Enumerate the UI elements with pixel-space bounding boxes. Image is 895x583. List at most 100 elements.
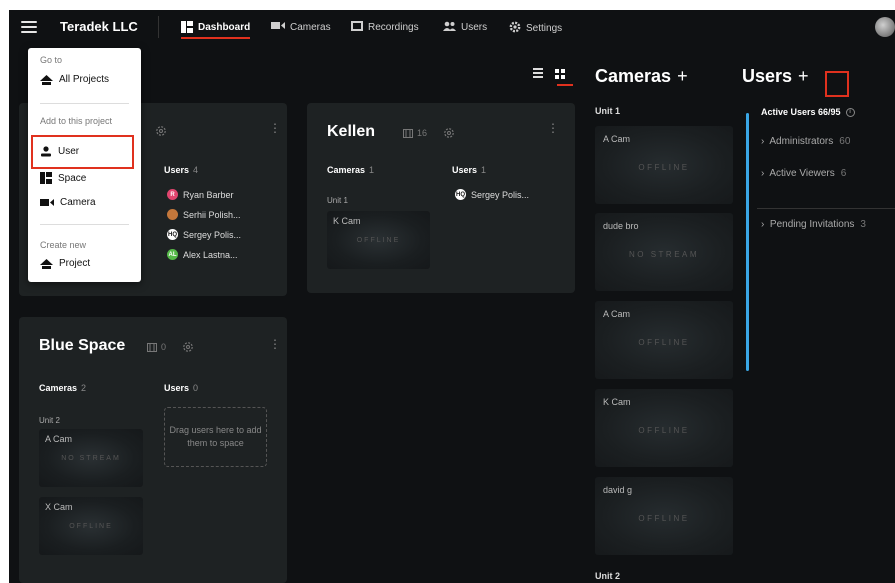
- space-meta: 0: [147, 341, 194, 353]
- profile-avatar[interactable]: [875, 17, 895, 37]
- users-section-label: Users 1: [452, 165, 487, 175]
- nav-recordings[interactable]: Recordings: [351, 21, 419, 34]
- users-column-title: Users +: [742, 66, 809, 86]
- scrollbar[interactable]: [746, 113, 749, 371]
- more-options-icon[interactable]: ⋮: [547, 121, 559, 135]
- top-nav: Teradek LLC Dashboard Cameras Recordings: [9, 10, 895, 44]
- camera-status: OFFLINE: [356, 237, 401, 244]
- camera-status: NO STREAM: [628, 250, 700, 259]
- camera-card[interactable]: A Cam OFFLINE: [595, 301, 733, 379]
- space-title: Kellen: [327, 123, 376, 140]
- camera-name: dude bro: [603, 221, 639, 231]
- unit-label: Unit 2: [595, 571, 621, 581]
- users-section-label: Users 0: [164, 383, 199, 393]
- user-drop-zone[interactable]: Drag users here to add them to space: [164, 407, 267, 467]
- chevron-right-icon: ›: [761, 168, 765, 179]
- camera-name: A Cam: [45, 434, 73, 444]
- org-name[interactable]: Teradek LLC: [60, 19, 138, 34]
- user-name: Ryan Barber: [183, 189, 234, 200]
- home-icon: [40, 74, 53, 85]
- active-tab-underline: [181, 37, 251, 39]
- home-icon: [40, 258, 53, 269]
- user-avatar: AL: [167, 249, 178, 260]
- user-row[interactable]: HQ Sergey Polis...: [167, 229, 241, 240]
- camera-name: X Cam: [45, 502, 73, 512]
- cameras-section-label: Cameras 1: [327, 165, 375, 175]
- space-title: Blue Space: [39, 337, 126, 354]
- list-view-icon[interactable]: [533, 68, 543, 80]
- divider: [757, 208, 895, 209]
- group-active-viewers[interactable]: › Active Viewers 6: [761, 168, 846, 179]
- recording-icon: [351, 21, 363, 34]
- menu-item-space[interactable]: Space: [40, 172, 86, 184]
- menu-item-camera[interactable]: Camera: [40, 197, 96, 208]
- menu-item-project[interactable]: Project: [40, 258, 90, 269]
- gear-icon: [509, 21, 521, 36]
- hamburger-menu-icon[interactable]: [21, 21, 37, 33]
- settings-icon[interactable]: [182, 341, 194, 353]
- nav-cameras-label: Cameras: [290, 21, 331, 33]
- more-options-icon[interactable]: ⋮: [269, 337, 281, 351]
- camera-name: david g: [603, 485, 633, 495]
- space-icon: [40, 172, 52, 184]
- menu-item-all-projects[interactable]: All Projects: [40, 74, 109, 85]
- add-user-button[interactable]: +: [798, 66, 809, 86]
- user-row[interactable]: HQ Sergey Polis...: [455, 189, 529, 200]
- nav-dashboard[interactable]: Dashboard: [181, 21, 251, 39]
- more-options-icon[interactable]: ⋮: [269, 121, 281, 135]
- camera-status: OFFLINE: [638, 163, 690, 172]
- camera-thumbnail[interactable]: X Cam OFFLINE: [39, 497, 143, 555]
- camera-status: OFFLINE: [638, 514, 690, 523]
- space-card-kellen[interactable]: Kellen 16 ⋮ Cameras 1 Users 1 Unit 1 K Cam…: [307, 103, 575, 293]
- nav-settings[interactable]: Settings: [509, 21, 562, 36]
- group-administrators[interactable]: › Administrators 60: [761, 136, 850, 147]
- user-name: Serhii Polish...: [183, 209, 241, 220]
- camera-card[interactable]: david g OFFLINE: [595, 477, 733, 555]
- grid-view-icon[interactable]: [555, 69, 565, 79]
- camera-card[interactable]: A Cam OFFLINE: [595, 126, 733, 204]
- users-icon: [443, 21, 456, 34]
- nav-users-label: Users: [461, 22, 488, 33]
- nav-users[interactable]: Users: [443, 21, 487, 34]
- nav-settings-label: Settings: [526, 23, 563, 34]
- user-icon: [41, 146, 51, 157]
- camera-status: OFFLINE: [69, 523, 113, 530]
- chevron-right-icon: ›: [761, 219, 765, 230]
- cameras-column-title: Cameras +: [595, 66, 688, 86]
- menu-item-user[interactable]: User: [40, 146, 79, 157]
- add-user-highlight: [825, 71, 849, 97]
- view-toggle: [533, 68, 573, 86]
- camera-name: A Cam: [603, 134, 631, 144]
- user-row[interactable]: Serhii Polish...: [167, 209, 241, 220]
- camera-icon: [271, 21, 285, 33]
- film-icon: [147, 342, 157, 352]
- nav-cameras[interactable]: Cameras: [271, 21, 331, 33]
- chevron-right-icon: ›: [761, 136, 765, 147]
- camera-thumbnail[interactable]: K Cam OFFLINE: [327, 211, 430, 269]
- camera-status: NO STREAM: [61, 455, 121, 462]
- camera-name: K Cam: [603, 397, 631, 407]
- user-name: Sergey Polis...: [471, 189, 530, 200]
- camera-card[interactable]: K Cam OFFLINE: [595, 389, 733, 467]
- user-name: Alex Lastna...: [183, 249, 238, 260]
- camera-thumbnail[interactable]: A Cam NO STREAM: [39, 429, 143, 487]
- film-icon: [403, 128, 413, 138]
- dashboard-icon: [181, 21, 193, 33]
- grid-view-underline: [557, 84, 573, 86]
- camera-name: A Cam: [603, 309, 631, 319]
- user-row[interactable]: AL Alex Lastna...: [167, 249, 238, 260]
- group-pending-invitations[interactable]: › Pending Invitations 3: [761, 219, 866, 230]
- info-icon[interactable]: i: [845, 108, 855, 118]
- user-avatar: HQ: [455, 189, 466, 200]
- nav-divider: [158, 16, 159, 38]
- camera-card[interactable]: dude bro NO STREAM: [595, 213, 733, 291]
- settings-icon[interactable]: [443, 127, 455, 139]
- app-window: Teradek LLC Dashboard Cameras Recordings: [9, 10, 895, 583]
- space-card-blue-space[interactable]: Blue Space 0 ⋮ Cameras 2 Users 0 Unit 2 A …: [19, 317, 287, 583]
- user-row[interactable]: R Ryan Barber: [167, 189, 234, 200]
- unit-label: Unit 1: [327, 196, 348, 205]
- cameras-section-label: Cameras 2: [39, 383, 87, 393]
- add-camera-button[interactable]: +: [677, 66, 688, 86]
- camera-count: 16: [417, 128, 428, 138]
- settings-icon[interactable]: [155, 125, 167, 137]
